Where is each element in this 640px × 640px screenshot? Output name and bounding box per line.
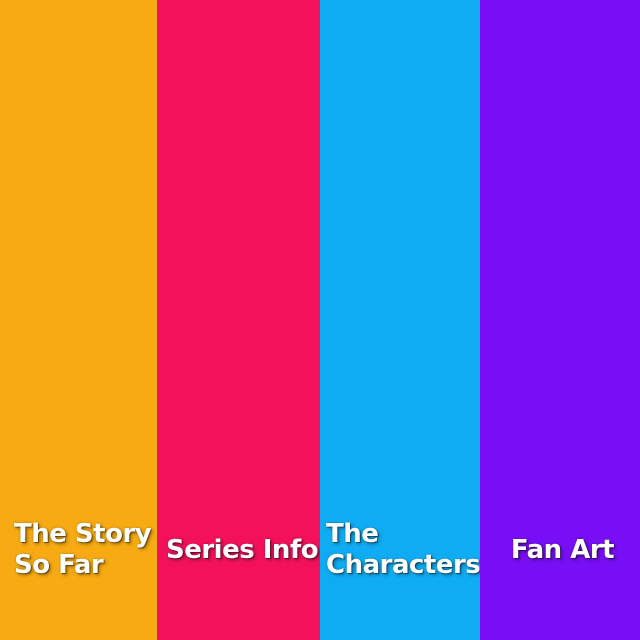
panel-label: The Characters — [326, 519, 481, 581]
category-menu: The Story So Far Series Info The Charact… — [0, 0, 640, 640]
panel-fan-art[interactable]: Fan Art — [480, 0, 640, 640]
panel-label: Fan Art — [480, 535, 640, 566]
panel-label: Series Info — [166, 535, 319, 566]
panel-label-line: Fan Art — [510, 535, 615, 565]
panel-label-line: Series Info — [166, 535, 319, 565]
panel-label-line: The Story — [14, 519, 152, 549]
panel-label-line: Characters — [326, 550, 481, 580]
panel-series-info[interactable]: Series Info — [157, 0, 320, 640]
panel-label: The Story So Far — [14, 519, 152, 581]
panel-label-line: So Far — [14, 550, 104, 580]
panel-the-characters[interactable]: The Characters — [320, 0, 481, 640]
panel-label-line: The — [326, 519, 379, 549]
panel-the-story-so-far[interactable]: The Story So Far — [0, 0, 157, 640]
